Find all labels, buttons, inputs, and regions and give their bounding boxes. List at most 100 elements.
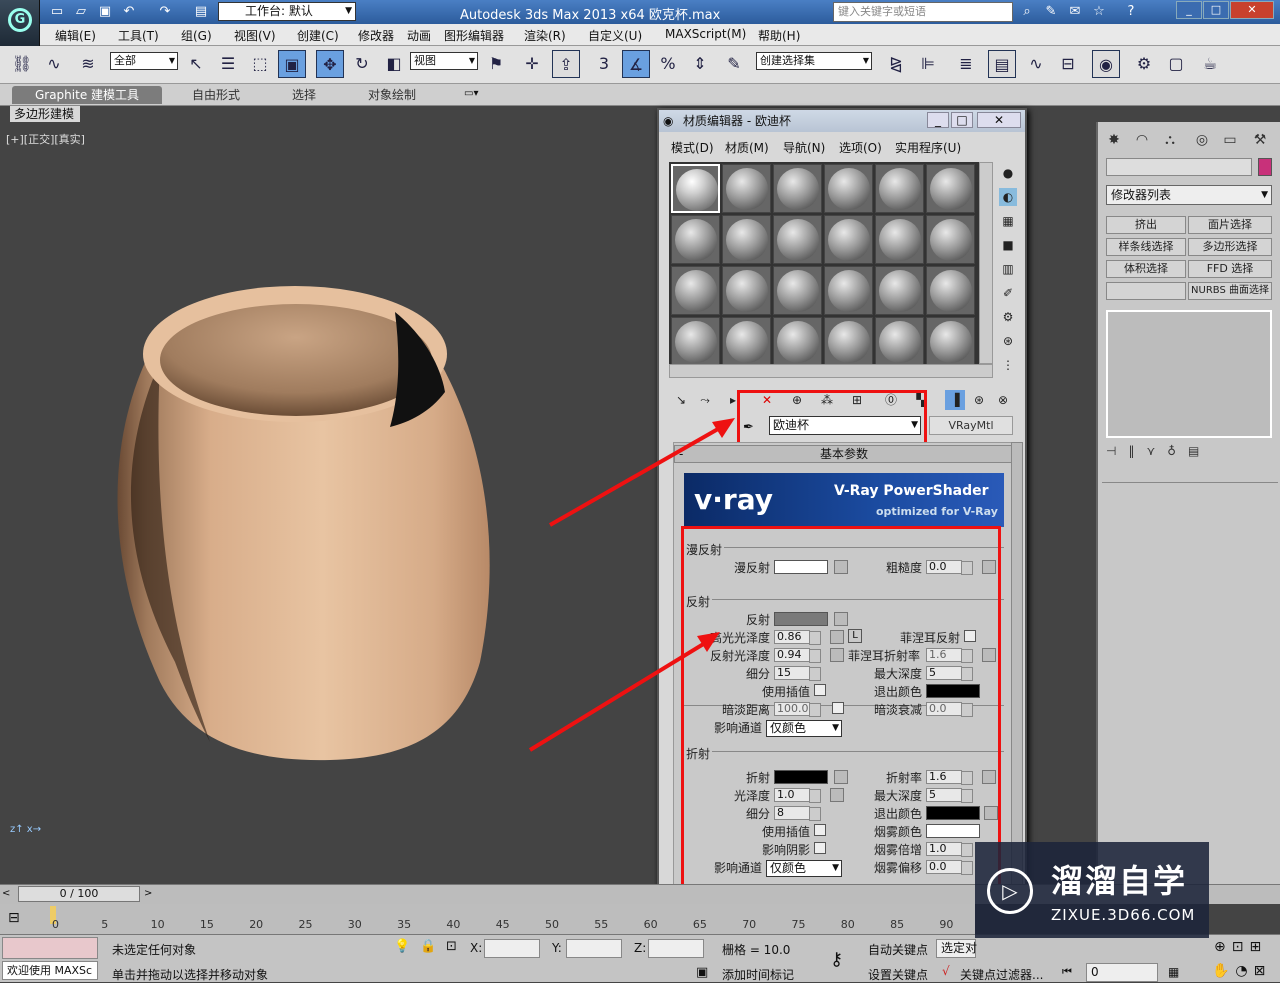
select-move-icon[interactable]: ✥ (316, 50, 344, 78)
frame-counter[interactable]: 0 / 100 (18, 886, 140, 902)
sample-slot[interactable] (773, 266, 822, 315)
key-filters-button[interactable]: 关键点过滤器... (960, 966, 1043, 983)
add-time-tag[interactable]: 添加时间标记 (722, 966, 794, 983)
object-name-field[interactable] (1106, 158, 1252, 176)
backlight-icon[interactable]: ◐ (999, 188, 1017, 206)
binoculars-icon[interactable]: ⌕ (1018, 3, 1036, 21)
show-end-result-icon[interactable]: ▐ (945, 390, 965, 410)
project-folder-icon[interactable]: ▤ (192, 3, 210, 21)
sample-slot[interactable] (722, 266, 771, 315)
mat-menu-material[interactable]: 材质(M) (725, 139, 769, 156)
sample-slot[interactable] (824, 164, 873, 213)
ffd-select-button[interactable]: FFD 选择 (1188, 260, 1272, 278)
track-bar[interactable]: ⊟ 0 5 10 15 20 25 30 35 40 45 50 55 60 65 70 75 80 85 90 (0, 904, 975, 934)
curve-editor-icon[interactable]: ∿ (1022, 50, 1050, 78)
redo-icon[interactable]: ↷ (156, 3, 174, 21)
sample-slot[interactable] (824, 266, 873, 315)
edit-named-selection-icon[interactable]: ✎ (720, 50, 748, 78)
sample-slot[interactable] (671, 215, 720, 264)
prev-frame-icon[interactable]: < (2, 888, 10, 899)
video-color-check-icon[interactable]: ▥ (999, 260, 1017, 278)
new-file-icon[interactable]: ▭ (48, 3, 66, 21)
tab-object-paint[interactable]: 对象绘制 (358, 86, 426, 104)
menu-maxscript[interactable]: MAXScript(M) (665, 27, 746, 41)
sample-slot[interactable] (722, 317, 771, 366)
utilities-tab-icon[interactable]: ⚒ (1248, 128, 1272, 152)
schematic-view-icon[interactable]: ⊟ (1054, 50, 1082, 78)
motion-tab-icon[interactable]: ◎ (1190, 128, 1214, 152)
menu-modifiers[interactable]: 修改器 (358, 27, 394, 44)
y-coord-field[interactable] (566, 939, 622, 958)
help-icon[interactable]: ? (1122, 3, 1140, 21)
unlink-icon[interactable]: ∿ (40, 50, 68, 78)
select-object-icon[interactable]: ↖ (182, 50, 210, 78)
menu-rendering[interactable]: 渲染(R) (524, 27, 566, 44)
sample-type-icon[interactable]: ● (999, 164, 1017, 182)
tab-freeform[interactable]: 自由形式 (182, 86, 250, 104)
display-tab-icon[interactable]: ▭ (1218, 128, 1242, 152)
auto-key-button[interactable]: 自动关键点 (868, 941, 928, 958)
next-frame-icon[interactable]: > (144, 888, 152, 899)
modify-tab-icon[interactable]: ◠ (1130, 128, 1154, 152)
sample-slot[interactable] (926, 215, 975, 264)
time-tag-icon[interactable]: ▣ (696, 965, 708, 980)
hierarchy-tab-icon[interactable]: ⛬ (1158, 128, 1182, 152)
sample-slot[interactable] (773, 164, 822, 213)
sample-slot[interactable] (773, 317, 822, 366)
patch-select-button[interactable]: 面片选择 (1188, 216, 1272, 234)
menu-help[interactable]: 帮助(H) (758, 27, 800, 44)
open-file-icon[interactable]: ▱ (72, 3, 90, 21)
key-filters-icon[interactable]: √ (942, 964, 950, 978)
menu-group[interactable]: 组(G) (181, 27, 212, 44)
select-scale-icon[interactable]: ◧ (380, 50, 408, 78)
named-selection-dropdown[interactable]: 创建选择集 (756, 52, 872, 70)
sample-slot[interactable] (875, 164, 924, 213)
mat-menu-utilities[interactable]: 实用程序(U) (895, 139, 961, 156)
polygon-modeling-label[interactable]: 多边形建模 (10, 106, 80, 122)
set-key-button[interactable]: 设置关键点 (868, 966, 928, 983)
minimize-icon[interactable]: _ (927, 112, 949, 128)
sample-slot[interactable] (875, 317, 924, 366)
menu-animation[interactable]: 动画 (407, 27, 431, 44)
x-coord-field[interactable] (484, 939, 540, 958)
workspace-dropdown[interactable]: 工作台: 默认 ▼ (218, 2, 356, 21)
rollout-scrollbar[interactable] (1011, 442, 1023, 892)
material-type-button[interactable]: VRayMtl (929, 416, 1013, 435)
layer-manager-icon[interactable]: ≣ (952, 50, 980, 78)
maximize-button[interactable]: □ (1203, 1, 1229, 19)
material-map-navigator-icon[interactable]: ⋮ (999, 356, 1017, 374)
time-config-icon[interactable]: ▦ (1168, 965, 1179, 979)
isolate-selection-icon[interactable]: 💡 (394, 939, 410, 954)
undo-icon[interactable]: ↶ (120, 3, 138, 21)
poly-select-button[interactable]: 多边形选择 (1188, 238, 1272, 256)
percent-snap-icon[interactable]: % (654, 50, 682, 78)
close-icon[interactable]: ✕ (977, 112, 1021, 128)
modifier-list-dropdown[interactable]: 修改器列表 ▼ (1106, 185, 1272, 205)
empty-modifier-button[interactable] (1106, 282, 1186, 300)
app-logo-button[interactable]: G (0, 0, 40, 46)
search-input[interactable]: 键入关键字或短语 (833, 2, 1013, 22)
render-setup-icon[interactable]: ⚙ (1130, 50, 1158, 78)
go-to-start-icon[interactable]: ⏮ (1062, 965, 1072, 979)
sample-slot[interactable] (926, 317, 975, 366)
close-button[interactable]: ✕ (1230, 1, 1274, 19)
background-icon[interactable]: ▦ (999, 212, 1017, 230)
spinner-snap-icon[interactable]: ⇕ (686, 50, 714, 78)
stack-tools-icon[interactable]: ⊣‖⋎♁▤ (1106, 444, 1272, 464)
manipulate-icon[interactable]: ✛ (518, 50, 546, 78)
viewport-nav-icons[interactable]: ⊕⊡⊞ (1214, 939, 1267, 955)
mat-menu-options[interactable]: 选项(O) (839, 139, 882, 156)
sample-slot[interactable] (773, 215, 822, 264)
snaps-toggle-icon[interactable]: 3 (590, 50, 618, 78)
mat-menu-navigation[interactable]: 导航(N) (783, 139, 825, 156)
mirror-icon[interactable]: ⧎ (882, 50, 910, 78)
angle-snap-icon[interactable]: ∡ (622, 50, 650, 78)
communication-center-icon[interactable]: ✎ (1042, 3, 1060, 21)
key-icon[interactable]: ⚷ (830, 949, 843, 970)
menu-views[interactable]: 视图(V) (234, 27, 276, 44)
maxscript-listener-pink[interactable] (2, 937, 98, 959)
extrude-button[interactable]: 挤出 (1106, 216, 1186, 234)
reference-coordinate-dropdown[interactable]: 视图 (410, 52, 478, 70)
sample-slot[interactable] (824, 317, 873, 366)
nurbs-select-button[interactable]: NURBS 曲面选择 (1188, 282, 1272, 300)
